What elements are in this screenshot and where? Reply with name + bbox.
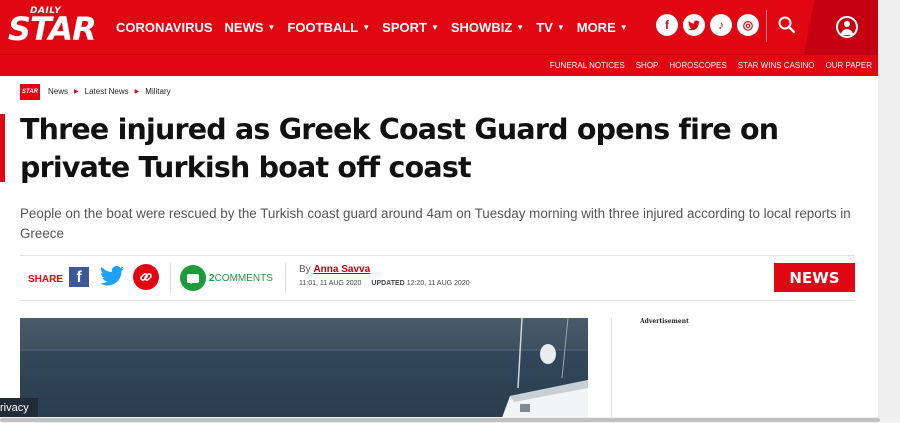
secondary-menu: FUNERAL NOTICES SHOP HOROSCOPES STAR WIN…: [539, 55, 872, 76]
horizontal-scrollbar-thumb[interactable]: [0, 418, 880, 422]
search-icon[interactable]: [776, 14, 798, 36]
nav-item-label: CORONAVIRUS: [116, 19, 213, 35]
subnav-star-wins-casino[interactable]: STAR WINS CASINO: [738, 61, 815, 70]
page-gutter: [878, 0, 900, 423]
published-date: 11:01, 11 AUG 2020: [299, 280, 362, 287]
breadcrumb: STAR News ▶ Latest News ▶ Military: [20, 83, 171, 100]
subnav-funeral-notices[interactable]: FUNERAL NOTICES: [550, 61, 625, 70]
article-dates: 11:01, 11 AUG 2020 UPDATED 12:20, 11 AUG …: [299, 280, 470, 287]
divider-top: [20, 255, 855, 256]
tiktok-icon[interactable]: ♪: [710, 14, 732, 36]
top-navigation: DAILY STAR CORONAVIRUS NEWS ▼ FOOTBALL ▼ SPOR…: [0, 0, 878, 54]
nav-item-football[interactable]: FOOTBALL ▼: [287, 20, 370, 35]
breadcrumb-logo[interactable]: STAR: [20, 83, 40, 100]
subnav-horoscopes[interactable]: HOROSCOPES: [669, 61, 726, 70]
article-headline: Three injured as Greek Coast Guard opens…: [20, 113, 779, 184]
user-account-icon[interactable]: [836, 16, 858, 38]
instagram-icon[interactable]: ◎: [737, 14, 759, 36]
updated-date: 12:20, 11 AUG 2020: [406, 280, 470, 287]
secondary-navigation: FUNERAL NOTICES SHOP HOROSCOPES STAR WIN…: [0, 54, 878, 76]
nav-item-tv[interactable]: TV ▼: [536, 20, 565, 35]
twitter-share-icon[interactable]: [100, 266, 124, 288]
copy-link-icon[interactable]: [133, 264, 159, 290]
comment-bubble-icon: [187, 273, 199, 284]
updated-label: UPDATED: [371, 280, 405, 287]
comments-link[interactable]: 2COMMENTS: [209, 273, 273, 284]
nav-item-label: NEWS: [224, 19, 264, 35]
subnav-our-paper[interactable]: OUR PAPER: [825, 61, 872, 70]
nav-item-label: SPORT: [382, 19, 427, 35]
privacy-button[interactable]: rivacy: [0, 398, 38, 417]
nav-item-more[interactable]: MORE ▼: [577, 20, 628, 35]
chevron-down-icon: ▼: [362, 22, 371, 32]
sidebar-divider: [611, 318, 612, 423]
article-image[interactable]: [20, 318, 588, 423]
comments-icon[interactable]: [180, 265, 206, 291]
subnav-shop[interactable]: SHOP: [636, 61, 659, 70]
meta-divider: [285, 263, 286, 293]
chevron-down-icon: ▼: [619, 22, 628, 32]
chevron-down-icon: ▼: [267, 22, 276, 32]
section-badge-news[interactable]: NEWS: [774, 263, 855, 292]
share-label: SHARE: [28, 274, 64, 285]
byline: By Anna Savva: [299, 264, 370, 275]
facebook-share-icon[interactable]: f: [69, 267, 89, 287]
account-area: [804, 0, 878, 54]
main-menu: CORONAVIRUS NEWS ▼ FOOTBALL ▼ SPORT ▼ SHOWBIZ ▼ T…: [116, 0, 640, 54]
nav-item-coronavirus[interactable]: CORONAVIRUS: [116, 20, 213, 35]
chevron-down-icon: ▼: [516, 22, 525, 32]
nav-item-label: MORE: [576, 19, 616, 35]
facebook-icon[interactable]: f: [656, 14, 678, 36]
article-standfirst: People on the boat were rescued by the T…: [20, 206, 851, 241]
author-link[interactable]: Anna Savva: [313, 264, 370, 275]
nav-item-sport[interactable]: SPORT ▼: [382, 20, 439, 35]
twitter-icon[interactable]: [683, 14, 705, 36]
nav-item-news[interactable]: NEWS ▼: [225, 20, 276, 35]
daily-star-logo[interactable]: DAILY STAR: [8, 5, 97, 47]
divider-bottom: [20, 300, 855, 301]
breadcrumb-latest-news[interactable]: Latest News: [85, 87, 129, 96]
chevron-down-icon: ▼: [430, 22, 439, 32]
share-divider: [170, 263, 171, 293]
nav-item-label: SHOWBIZ: [450, 19, 513, 35]
nav-divider: [766, 10, 767, 42]
advertisement-label: Advertisement: [640, 318, 689, 325]
chevron-down-icon: ▼: [556, 22, 565, 32]
nav-item-label: TV: [536, 19, 553, 35]
nav-item-label: FOOTBALL: [287, 19, 359, 35]
byline-prefix: By: [299, 264, 311, 275]
page: DAILY STAR CORONAVIRUS NEWS ▼ FOOTBALL ▼ SPOR…: [0, 0, 900, 423]
breadcrumb-news[interactable]: News: [48, 87, 68, 96]
breadcrumb-military[interactable]: Military: [145, 87, 170, 96]
logo-star-text: STAR: [8, 10, 97, 48]
social-links: f ♪ ◎: [656, 14, 764, 36]
breadcrumb-separator-icon: ▶: [74, 89, 79, 95]
headline-accent-bar: [0, 114, 5, 182]
nav-item-showbiz[interactable]: SHOWBIZ ▼: [451, 20, 524, 35]
comments-label: COMMENTS: [214, 273, 273, 284]
breadcrumb-separator-icon: ▶: [134, 89, 140, 95]
